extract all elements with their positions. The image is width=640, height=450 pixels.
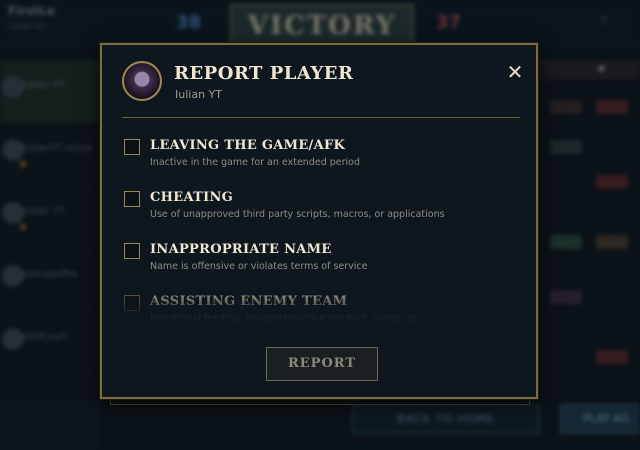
red-score: 37 bbox=[436, 12, 462, 33]
player-row[interactable]: HTPCoaT bbox=[0, 312, 100, 375]
checkbox[interactable] bbox=[124, 295, 140, 311]
play-again-button[interactable]: PLAY AG bbox=[560, 404, 640, 434]
reason-description: Intentional feeding, unsportsmanlike con… bbox=[150, 313, 416, 324]
player-row[interactable]: Iulian YT bbox=[0, 186, 100, 249]
player-avatar bbox=[122, 61, 162, 101]
modal-title: REPORT PLAYER bbox=[174, 63, 354, 84]
avatar bbox=[2, 328, 24, 350]
stats-tab[interactable]: ▪ bbox=[540, 60, 640, 80]
reason-assisting-enemy[interactable]: ASSISTING ENEMY TEAM Intentional feeding… bbox=[122, 291, 520, 343]
back-to-home-button[interactable]: BACK TO HOME bbox=[352, 404, 540, 434]
help-icon[interactable]: ? bbox=[600, 14, 607, 30]
reason-description: Use of unapproved third party scripts, m… bbox=[150, 209, 445, 220]
avatar bbox=[2, 202, 24, 224]
reason-description: Inactive in the game for an extended per… bbox=[150, 157, 361, 168]
reason-leaving-afk[interactable]: LEAVING THE GAME/AFK Inactive in the gam… bbox=[122, 135, 520, 187]
avatar bbox=[2, 265, 24, 287]
report-button[interactable]: REPORT bbox=[266, 347, 378, 381]
reason-title: LEAVING THE GAME/AFK bbox=[150, 138, 346, 153]
reported-player-name: Iulian YT bbox=[175, 88, 222, 101]
player-row[interactable]: Iulian YT bbox=[0, 60, 100, 123]
checkbox[interactable] bbox=[124, 191, 140, 207]
close-icon[interactable]: ✕ bbox=[504, 61, 526, 83]
player-row[interactable]: IulianYT clone bbox=[0, 123, 100, 186]
report-player-modal: REPORT PLAYER Iulian YT ✕ LEAVING THE GA… bbox=[100, 43, 538, 399]
victory-banner: VICTORY bbox=[230, 4, 414, 48]
modal-frame-edge bbox=[110, 398, 530, 405]
blue-score: 38 bbox=[176, 12, 202, 33]
reason-title: INAPPROPRIATE NAME bbox=[150, 242, 332, 257]
divider bbox=[122, 117, 520, 118]
reason-description: Name is offensive or violates terms of s… bbox=[150, 261, 368, 272]
checkbox[interactable] bbox=[124, 243, 140, 259]
reason-title: CHEATING bbox=[150, 190, 234, 205]
avatar bbox=[2, 76, 24, 98]
checkbox[interactable] bbox=[124, 139, 140, 155]
rank-icon bbox=[20, 161, 26, 167]
stats-panel: ▪ bbox=[540, 60, 640, 390]
player-row[interactable]: ssmuJarPro bbox=[0, 249, 100, 312]
reason-cheating[interactable]: CHEATING Use of unapproved third party s… bbox=[122, 187, 520, 239]
reason-inappropriate-name[interactable]: INAPPROPRIATE NAME Name is offensive or … bbox=[122, 239, 520, 291]
brand-level: Level 42 bbox=[8, 22, 47, 32]
player-list: Iulian YT IulianYT clone Iulian YT ssmuJ… bbox=[0, 60, 100, 375]
reason-title: ASSISTING ENEMY TEAM bbox=[150, 294, 348, 309]
bottom-left-bar bbox=[0, 400, 100, 450]
report-reasons: LEAVING THE GAME/AFK Inactive in the gam… bbox=[122, 135, 520, 343]
rank-icon bbox=[20, 224, 26, 230]
avatar bbox=[2, 139, 24, 161]
tab-label: ▪ bbox=[598, 63, 605, 74]
brand-name: FirstLe bbox=[8, 4, 55, 18]
